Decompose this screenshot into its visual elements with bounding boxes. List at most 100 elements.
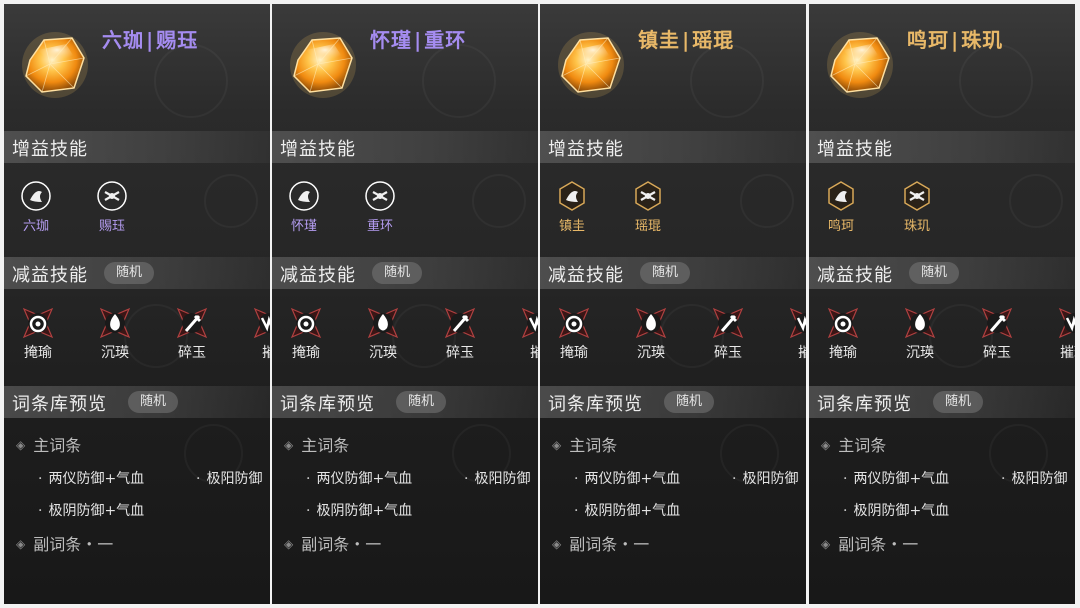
debuff-skill[interactable]: 掩瑜 [544,306,604,362]
random-badge[interactable]: 随机 [640,262,691,284]
random-badge[interactable]: 随机 [664,391,715,413]
random-badge[interactable]: 随机 [372,262,423,284]
random-badge[interactable]: 随机 [128,391,179,413]
debuff-skill-label: 摧 [530,345,538,361]
random-badge[interactable]: 随机 [933,391,984,413]
set-title: 鸣珂 | 珠玑 [907,24,1003,53]
beast-claw-icon [788,306,806,340]
main-affix-label: 主词条 [301,436,350,455]
affix-section-title: 词条库预览 [548,394,643,415]
debuff-section-title: 减益技能 [12,265,88,286]
affix-entry-text: 极阳防御 [1011,471,1068,487]
debuff-skill-label: 沉瑛 [637,345,665,361]
random-badge[interactable]: 随机 [104,262,155,284]
buff-skill-label: 六珈 [22,219,49,234]
set-title-second: 瑶琨 [692,28,735,52]
diamond-bullet-icon: ◈ [16,438,26,452]
buff-skill[interactable]: 瑶琨 [618,180,678,234]
bg-emblem-decor [204,174,258,228]
debuff-section-header: 减益技能 随机 [809,257,1075,289]
debuff-skill[interactable]: 掩瑜 [813,306,873,362]
debuff-skill[interactable]: 碎玉 [967,306,1027,362]
bottom-fade [540,564,806,604]
debuff-skill[interactable]: 碎玉 [430,306,490,362]
random-badge[interactable]: 随机 [396,391,447,413]
buff-section-header: 增益技能 [809,131,1075,163]
buff-skill[interactable]: 鸣珂 [811,180,871,234]
debuff-skill[interactable]: 摧 [775,306,806,362]
buff-skill[interactable]: 重环 [350,180,410,234]
affix-section-header: 词条库预览 随机 [272,386,538,418]
affix-entry-text: 两仪防御+气血 [48,471,145,487]
debuff-skill-label: 沉瑛 [101,345,129,361]
bg-emblem-decor [690,44,764,118]
affix-entry-text: 极阳防御 [474,471,531,487]
sub-affix-label: 副词条・一 [569,535,650,554]
debuff-section-header: 减益技能 随机 [4,257,270,289]
debuff-skill[interactable]: 沉瑛 [890,306,950,362]
bullet-dot: · [574,471,579,487]
affix-section-header: 词条库预览 随机 [4,386,270,418]
buff-section-title: 增益技能 [280,139,356,160]
beast-claw-icon [520,306,538,340]
beast-claw-icon [252,306,270,340]
broken-sword-icon [443,306,477,340]
debuff-skill[interactable]: 摧珠 [1044,306,1075,362]
buff-skill[interactable]: 怀瑾 [274,180,334,234]
buff-skill[interactable]: 赐珏 [82,180,142,234]
debuff-skill[interactable]: 碎玉 [162,306,222,362]
debuff-section-title: 减益技能 [548,265,624,286]
bg-emblem-decor [1009,174,1063,228]
diamond-bullet-icon: ◈ [821,438,831,452]
diamond-bullet-icon: ◈ [284,438,294,452]
affix-entry-text: 极阳防御 [206,471,263,487]
debuff-skill[interactable]: 碎玉 [698,306,758,362]
debuff-skill-label: 摧珠 [1060,345,1075,361]
set-title-first: 六珈 [102,28,144,52]
affix-entry: · 两仪防御+气血 [574,468,680,488]
amber-gem-icon [288,30,358,100]
broken-sword-icon [175,306,209,340]
debuff-skill[interactable]: 沉瑛 [353,306,413,362]
equipment-panel: 六珈 | 赐珏 增益技能 六珈 赐珏 减益技能 随机 掩瑜 沉瑛 碎玉 摧词条库预览 随机 ◈ 主词… [4,4,270,604]
set-title: 怀瑾 | 重环 [370,24,466,53]
affix-entry: · 两仪防御+气血 [843,468,949,488]
affix-section-header: 词条库预览 随机 [809,386,1075,418]
debuff-skill[interactable]: 沉瑛 [621,306,681,362]
affix-entry: · 极阳防御 [196,468,262,488]
bullet-dot: · [38,471,43,487]
bg-emblem-decor [959,44,1033,118]
amber-gem-icon [556,30,626,100]
swirl-eye-icon [21,306,55,340]
buff-skill[interactable]: 镇圭 [542,180,602,234]
debuff-skill[interactable]: 摧 [507,306,538,362]
title-separator: | [951,28,960,52]
broken-sword-icon [980,306,1014,340]
debuff-skill[interactable]: 沉瑛 [85,306,145,362]
flame-drop-icon [634,306,668,340]
set-title-second: 重环 [424,28,467,52]
bg-emblem-decor [740,174,794,228]
bullet-dot: · [843,471,848,487]
set-title-first: 怀瑾 [370,28,412,52]
affix-entry-text: 两仪防御+气血 [584,471,681,487]
affix-entry: · 极阳防御 [1001,468,1067,488]
equipment-panel: 怀瑾 | 重环 增益技能 怀瑾 重环 减益技能 随机 掩瑜 沉瑛 碎玉 摧词条库预览 随机 ◈ 主词… [272,4,538,604]
debuff-skill[interactable]: 掩瑜 [8,306,68,362]
crossed-swords-icon [364,180,396,212]
set-title-first: 鸣珂 [907,28,949,52]
random-badge[interactable]: 随机 [909,262,960,284]
affix-entry-text: 极阴防御+气血 [584,503,681,519]
buff-skill[interactable]: 六珈 [6,180,66,234]
debuff-skill-label: 沉瑛 [369,345,397,361]
equipment-panel: 鸣珂|珠玑增益技能鸣珂珠玑减益技能随机 掩瑜 沉瑛 碎玉 摧珠词条库预览随机◈主… [809,4,1075,604]
main-affix-heading: ◈ 主词条 [821,432,886,456]
debuff-skill[interactable]: 掩瑜 [276,306,336,362]
debuff-skill-label: 沉瑛 [906,345,934,361]
debuff-skill[interactable]: 摧 [239,306,270,362]
bullet-dot: · [464,471,469,487]
affix-entry: · 两仪防御+气血 [38,468,144,488]
broken-sword-icon [711,306,745,340]
bg-emblem-decor [154,44,228,118]
buff-skill[interactable]: 珠玑 [887,180,947,234]
